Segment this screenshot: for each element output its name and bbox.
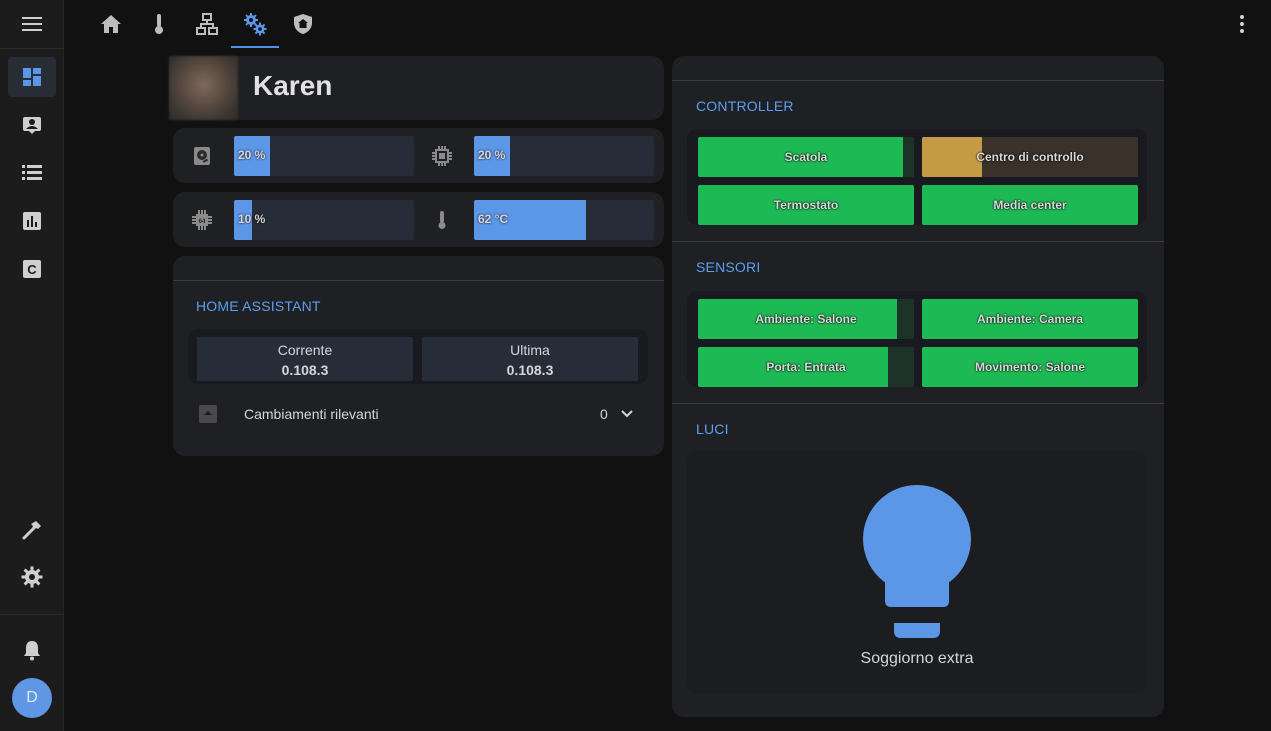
tab-system[interactable] bbox=[231, 0, 279, 48]
chevron-down-icon bbox=[621, 410, 633, 418]
thermometer-icon bbox=[431, 209, 453, 231]
lightbulb-icon bbox=[863, 485, 971, 638]
package-icon bbox=[199, 405, 217, 423]
gears-icon bbox=[244, 13, 267, 36]
system-stats-row: 20 % 20 % bbox=[173, 128, 664, 183]
bell-icon bbox=[24, 641, 40, 661]
person-card-icon bbox=[23, 117, 41, 134]
current-version-label: Corrente bbox=[277, 342, 333, 358]
card-divider bbox=[672, 403, 1164, 404]
network-icon bbox=[196, 13, 218, 35]
list-icon bbox=[22, 165, 42, 180]
relevant-changes-label: Cambiamenti rilevanti bbox=[244, 406, 379, 422]
dashboard-icon bbox=[23, 68, 41, 86]
cpu-usage-value: 20 % bbox=[478, 148, 506, 162]
disk-usage-value: 20 % bbox=[238, 148, 266, 162]
profile-card: Karen bbox=[169, 56, 664, 120]
shield-home-icon bbox=[294, 14, 312, 34]
tab-network[interactable] bbox=[183, 0, 231, 48]
profile-name: Karen bbox=[253, 70, 333, 101]
chip-icon bbox=[431, 145, 453, 167]
card-divider bbox=[672, 241, 1164, 242]
controller-button-label: Scatola bbox=[784, 150, 828, 164]
hammer-icon bbox=[22, 521, 41, 540]
sidebar-item-settings[interactable] bbox=[8, 557, 56, 597]
light-toggle-soggiorno[interactable]: Soggiorno extra bbox=[687, 451, 1147, 693]
controller-button[interactable]: Termostato bbox=[698, 185, 914, 225]
more-vertical-icon bbox=[1240, 15, 1244, 33]
sensor-button[interactable]: Ambiente: Camera bbox=[922, 299, 1138, 339]
temperature-bar: 62 °C bbox=[474, 200, 654, 240]
sensor-button-label: Ambiente: Camera bbox=[976, 312, 1084, 326]
latest-version-label: Ultima bbox=[510, 342, 550, 358]
controller-title: CONTROLLER bbox=[696, 98, 794, 114]
sensor-button-label: Porta: Entrata bbox=[766, 360, 846, 374]
expand-changes-button[interactable] bbox=[619, 406, 635, 422]
disk-usage-bar: 20 % bbox=[234, 136, 414, 176]
sidebar-item-dashboard[interactable] bbox=[8, 57, 56, 97]
latest-version-value: 0.108.3 bbox=[506, 362, 554, 378]
svg-text:C: C bbox=[27, 262, 37, 277]
sensor-button[interactable]: Porta: Entrata bbox=[698, 347, 914, 387]
notifications-button[interactable] bbox=[8, 630, 56, 670]
sensor-button-label: Movimento: Salone bbox=[974, 360, 1085, 374]
card-divider bbox=[672, 80, 1164, 81]
profile-picture bbox=[169, 56, 238, 120]
controller-button-label: Centro di controllo bbox=[976, 150, 1084, 164]
home-assistant-title: HOME ASSISTANT bbox=[196, 298, 321, 314]
latest-version-cell: Ultima 0.108.3 bbox=[422, 337, 638, 381]
tab-home[interactable] bbox=[87, 0, 135, 48]
system-stats-row: 64 10 % 62 °C bbox=[173, 192, 664, 247]
controller-button[interactable]: Media center bbox=[922, 185, 1138, 225]
chart-icon bbox=[23, 212, 41, 230]
gear-icon bbox=[21, 566, 43, 588]
more-options-button[interactable] bbox=[1228, 4, 1256, 44]
temperature-value: 62 °C bbox=[478, 212, 509, 226]
app-root: C D Karen 20 % 20 % 64 10 % 62 °C HOME A… bbox=[0, 0, 1271, 731]
harddisk-icon bbox=[191, 145, 213, 167]
current-version-value: 0.108.3 bbox=[281, 362, 329, 378]
sidebar-item-person-card[interactable] bbox=[8, 105, 56, 145]
current-version-cell: Corrente 0.108.3 bbox=[197, 337, 413, 381]
sidebar-item-developer-tools[interactable] bbox=[8, 510, 56, 550]
card-divider bbox=[173, 280, 664, 281]
controller-grid: Scatola Centro di controllo Termostato M… bbox=[687, 129, 1147, 225]
memory-usage-value: 10 % bbox=[238, 212, 266, 226]
memory-usage-bar: 10 % bbox=[234, 200, 414, 240]
c-box-icon: C bbox=[23, 260, 41, 278]
sidebar: C D bbox=[0, 0, 64, 731]
sidebar-divider bbox=[0, 614, 64, 615]
relevant-changes-count: 0 bbox=[600, 406, 608, 422]
sidebar-divider bbox=[0, 48, 64, 49]
home-icon bbox=[101, 15, 121, 33]
menu-toggle-button[interactable] bbox=[8, 4, 56, 44]
sidebar-item-chart[interactable] bbox=[8, 201, 56, 241]
sidebar-item-list[interactable] bbox=[8, 153, 56, 193]
sensors-title: SENSORI bbox=[696, 259, 761, 275]
sensors-grid: Ambiente: Salone Ambiente: Camera Porta:… bbox=[687, 291, 1147, 387]
tab-climate[interactable] bbox=[135, 0, 183, 48]
lights-title: LUCI bbox=[696, 421, 729, 437]
sensor-button[interactable]: Movimento: Salone bbox=[922, 347, 1138, 387]
home-assistant-card: HOME ASSISTANT Corrente 0.108.3 Ultima 0… bbox=[173, 256, 664, 456]
svg-text:64: 64 bbox=[199, 219, 206, 225]
cpu-usage-bar: 20 % bbox=[474, 136, 654, 176]
sensor-button[interactable]: Ambiente: Salone bbox=[698, 299, 914, 339]
avatar[interactable]: D bbox=[12, 678, 52, 718]
controller-button[interactable]: Centro di controllo bbox=[922, 137, 1138, 177]
menu-icon bbox=[22, 17, 42, 31]
tab-security[interactable] bbox=[279, 0, 327, 48]
memory-icon: 64 bbox=[191, 209, 213, 231]
controller-button-label: Media center bbox=[993, 198, 1067, 212]
sensor-button-label: Ambiente: Salone bbox=[755, 312, 857, 326]
light-name: Soggiorno extra bbox=[860, 650, 974, 667]
thermometer-icon bbox=[155, 14, 163, 34]
controller-button-label: Termostato bbox=[773, 198, 839, 212]
sidebar-item-c-box[interactable]: C bbox=[8, 249, 56, 289]
version-box: Corrente 0.108.3 Ultima 0.108.3 bbox=[188, 329, 648, 384]
devices-card: CONTROLLER Scatola Centro di controllo T… bbox=[672, 56, 1164, 717]
controller-button[interactable]: Scatola bbox=[698, 137, 914, 177]
